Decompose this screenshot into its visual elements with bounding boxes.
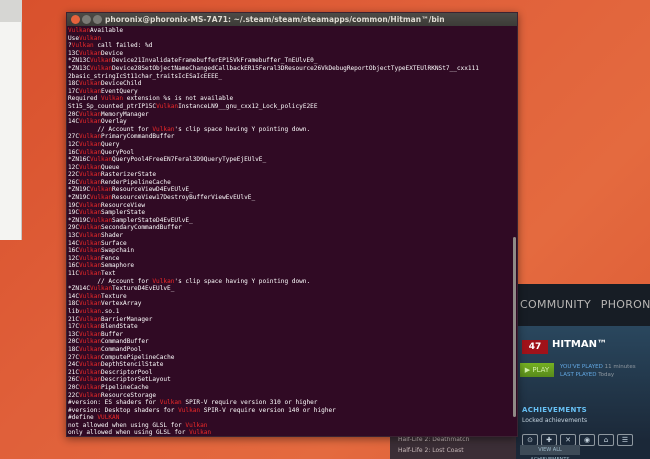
- terminal-line: *ZN19CVulkanResourceView17DestroyBufferV…: [68, 194, 256, 202]
- terminal-line: *ZN16CVulkanQueryPool4FreeEN7Feral3D9Que…: [68, 156, 267, 164]
- terminal-line: #version: ES shaders for Vulkan SPIR-V r…: [68, 399, 318, 407]
- terminal-line: 18CVulkanVertexArray: [68, 300, 142, 308]
- terminal-line: 21CVulkanDescriptorPool: [68, 368, 153, 376]
- terminal-line: *ZN19CVulkanResourceViewD4EvEUlvE_: [68, 186, 193, 194]
- view-all-achievements-button[interactable]: VIEW ALL ACHIEVEMENTS: [520, 445, 580, 459]
- terminal-line: 17CVulkanEventQuery: [68, 87, 138, 95]
- locked-achievements-label: Locked achievements: [522, 417, 588, 424]
- terminal-line: Required Vulkan extension %s is not avai…: [68, 95, 234, 103]
- last-played-value: Today: [598, 372, 615, 378]
- terminal-line: *ZN14CVulkanTextureD4EvEUlvE_: [68, 285, 175, 293]
- terminal-line: // Account for Vulkan's clip space havin…: [68, 277, 311, 285]
- steam-nav: COMMUNITY PHORONIX: [520, 298, 650, 311]
- achievement-icon[interactable]: ☰: [617, 434, 633, 446]
- terminal-line: 12CVulkanQuery: [68, 140, 120, 148]
- terminal-output[interactable]: VulkanAvailable UseVulkan ?Vulkan call fai…: [68, 27, 511, 436]
- terminal-line: 13CVulkanDevice: [68, 49, 124, 57]
- terminal-line: #define VULKAN: [68, 414, 120, 422]
- play-button[interactable]: ▶ PLAY: [520, 363, 554, 377]
- terminal-line: VulkanAvailable: [68, 27, 124, 34]
- window-controls: [71, 15, 104, 26]
- terminal-line: 12CVulkanFence: [68, 254, 120, 262]
- terminal-line: 2basic_stringIcSt11char_traitsIcESaIcEEE…: [68, 72, 223, 80]
- play-label: PLAY: [532, 366, 550, 374]
- terminal-line: #version: Desktop shaders for Vulkan SPI…: [68, 406, 336, 414]
- terminal-line: 17CVulkanBlendState: [68, 323, 138, 331]
- terminal-line: 22CVulkanResourceStorage: [68, 391, 157, 399]
- terminal-line: 29CVulkanSecondaryCommandBuffer: [68, 224, 182, 232]
- terminal-line: not allowed when using GLSL for Vulkan: [68, 421, 208, 429]
- terminal-line: 20CVulkanCommandBuffer: [68, 338, 149, 346]
- terminal-line: 27CVulkanPrimaryCommandBuffer: [68, 133, 175, 141]
- terminal-line: 16CVulkanSwapchain: [68, 247, 135, 255]
- terminal-line: 14CVulkanSurface: [68, 239, 127, 247]
- terminal-line: 16CVulkanQueryPool: [68, 148, 135, 156]
- terminal-line: St15_Sp_counted_ptrIP15CVulkanInstanceLN…: [68, 102, 318, 110]
- terminal-line: 22CVulkanRasterizerState: [68, 171, 157, 179]
- terminal-line: 13CVulkanBuffer: [68, 330, 124, 338]
- played-value: 11 minutes: [604, 364, 636, 370]
- terminal-line: 13CVulkanShader: [68, 232, 124, 240]
- minimize-icon[interactable]: [82, 15, 91, 24]
- terminal-line: only allowed when using GLSL for Vulkan: [68, 429, 212, 436]
- terminal-line: 27CVulkanComputePipelineCache: [68, 353, 175, 361]
- terminal-window: phoronix@phoronix-MS-7A71: ~/.steam/stea…: [66, 12, 518, 437]
- terminal-line: 26CVulkanRenderPipelineCache: [68, 178, 171, 186]
- terminal-line: 21CVulkanBarrierManager: [68, 315, 153, 323]
- terminal-line: 26CVulkanDescriptorSetLayout: [68, 376, 171, 384]
- terminal-line: libvulkan.so.1: [68, 307, 120, 315]
- terminal-line: 14CVulkanTexture: [68, 292, 127, 300]
- background-game-list: Half-Life 2: Deathmatch Half-Life 2: Los…: [390, 434, 516, 459]
- terminal-line: 18CVulkanDeviceChild: [68, 80, 142, 88]
- achievement-icon[interactable]: ⌂: [598, 434, 614, 446]
- terminal-line: *ZN13CVulkanDevice21InvalidateFramebuffe…: [68, 57, 318, 65]
- terminal-line: 19CVulkanResourceView: [68, 201, 146, 209]
- game-title: HITMAN™: [552, 339, 607, 350]
- terminal-line: 12CVulkanQueue: [68, 163, 120, 171]
- background-window: [0, 0, 22, 240]
- background-window-item: [0, 0, 22, 22]
- maximize-icon[interactable]: [93, 15, 102, 24]
- terminal-line: 14CVulkanOverlay: [68, 118, 127, 126]
- close-icon[interactable]: [71, 15, 80, 24]
- terminal-line: ?Vulkan call failed: %d: [68, 42, 153, 50]
- terminal-line: *ZN13CVulkanDevice28SetObjectNameChanged…: [68, 64, 479, 72]
- terminal-line: // Account for Vulkan's clip space havin…: [68, 125, 311, 133]
- terminal-line: 18CVulkanCommandPool: [68, 345, 142, 353]
- terminal-line: 11CVulkanText: [68, 270, 116, 277]
- terminal-line: 16CVulkanSemaphore: [68, 262, 135, 270]
- terminal-line: 24CVulkanDepthStencilState: [68, 361, 164, 369]
- nav-community[interactable]: COMMUNITY: [520, 298, 591, 311]
- game-list-item[interactable]: Half-Life 2: Lost Coast: [390, 445, 516, 456]
- window-title: phoronix@phoronix-MS-7A71: ~/.steam/stea…: [105, 15, 445, 24]
- play-stats: YOU'VE PLAYED 11 minutes LAST PLAYED Tod…: [560, 363, 636, 379]
- terminal-scrollbar[interactable]: [513, 237, 516, 417]
- last-played-label: LAST PLAYED: [560, 372, 597, 378]
- achievement-icon[interactable]: ◉: [579, 434, 595, 446]
- terminal-titlebar[interactable]: phoronix@phoronix-MS-7A71: ~/.steam/stea…: [67, 13, 517, 26]
- terminal-line: *ZN19CVulkanSamplerStateD4EvEUlvE_: [68, 216, 193, 224]
- steam-window: COMMUNITY PHORONIX 47 HITMAN™ ▶ PLAY YOU…: [516, 284, 650, 459]
- achievements-heading: ACHIEVEMENTS: [522, 406, 588, 414]
- achievement-icons: ⊙ ✚ ✕ ◉ ⌂ ☰: [522, 427, 636, 446]
- terminal-line: 20CVulkanPipelineCache: [68, 383, 149, 391]
- nav-phoronix[interactable]: PHORONIX: [601, 298, 650, 311]
- played-label: YOU'VE PLAYED: [560, 364, 603, 370]
- steam-header: COMMUNITY PHORONIX: [516, 284, 650, 326]
- terminal-line: 19CVulkanSamplerState: [68, 209, 146, 217]
- game-logo: 47: [522, 340, 548, 354]
- terminal-line: 20CVulkanMemoryManager: [68, 110, 149, 118]
- terminal-line: UseVulkan: [68, 34, 102, 42]
